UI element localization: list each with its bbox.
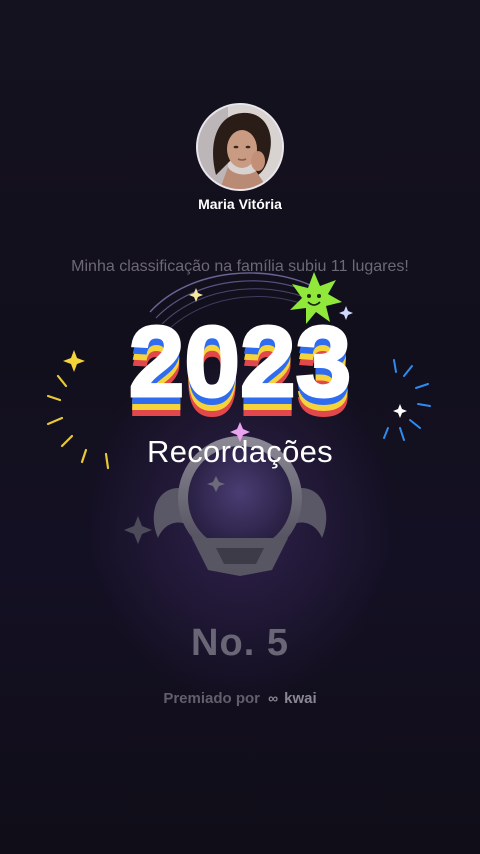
- recordacoes-title: Recordações: [147, 434, 333, 469]
- screen: Maria Vitória Minha classificação na fam…: [0, 0, 480, 854]
- kwai-brand: kwai: [284, 690, 317, 707]
- avatar-photo: [198, 105, 282, 189]
- profile-name: Maria Vitória: [198, 196, 282, 212]
- year-text: 2023: [129, 310, 351, 418]
- year-2023-graphic: 2023 2023 2023 2023: [90, 305, 390, 439]
- awarded-prefix: Premiado por: [163, 690, 260, 707]
- kwai-logo-icon: ∞: [268, 690, 279, 706]
- achievement-text: Minha classificação na família subiu 11 …: [71, 258, 409, 275]
- rank-number: No. 5: [191, 622, 289, 664]
- avatar[interactable]: [196, 103, 284, 191]
- awarded-by: Premiado por ∞ kwai: [0, 690, 480, 707]
